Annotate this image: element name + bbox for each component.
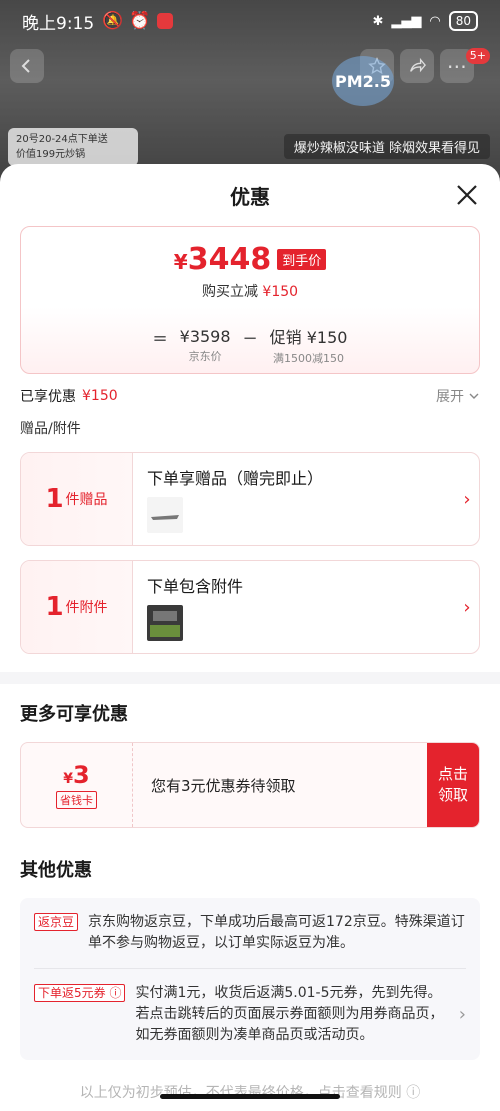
claim-coupon-button[interactable]: 点击 领取 (427, 743, 479, 827)
close-icon (457, 185, 477, 205)
jd-price: ¥3598 京东价 (179, 326, 231, 363)
accessory-thumbnail (147, 605, 183, 641)
gift-thumbnail (147, 497, 183, 533)
product-top-nav: ⋯ 5+ (10, 48, 490, 84)
coupon-tag: 省钱卡 (56, 791, 97, 809)
gift-count: 1 件赠品 (21, 453, 133, 545)
footer-note[interactable]: 以上仅为初步预估，不代表最终价格，点击查看规则 ⓘ (0, 1082, 500, 1102)
final-price-tag: 到手价 (277, 248, 327, 270)
promo-chip[interactable]: 20号20-24点下单送 价值199元炒锅 (8, 128, 138, 166)
share-button[interactable] (399, 49, 434, 83)
chevron-right-icon: › (463, 488, 471, 510)
app-notification-icon (156, 13, 173, 29)
promo-chip-line2: 价值199元炒锅 (16, 149, 86, 160)
wifi-icon: ◠ (429, 13, 441, 29)
accessory-card[interactable]: 1 件附件 下单包含附件 › (20, 560, 480, 654)
pm25-badge: PM2.5 (332, 56, 394, 106)
enjoyed-discount-row: 已享优惠 ¥150 展开 (20, 386, 480, 406)
jd-bean-rebate-item: 返京豆 京东购物返京豆，下单成功后最高可返172京豆。特殊渠道订单不参与购物返豆… (34, 912, 466, 968)
final-price: ¥3448 (173, 241, 272, 277)
sheet-header: 优惠 (0, 164, 500, 226)
message-count-badge: 5+ (465, 48, 490, 64)
chevron-down-icon (469, 393, 479, 399)
coupon-rebate-text: 实付满1元，收货后返满5.01-5元券，先到先得。若点击跳转后的页面展示券面额则… (135, 985, 444, 1043)
jd-bean-text: 京东购物返京豆，下单成功后最高可返172京豆。特殊渠道订单不参与购物返豆，以订单… (88, 914, 465, 951)
sheet-title: 优惠 (230, 184, 270, 209)
battery-indicator: 80 (448, 11, 478, 31)
share-icon (409, 57, 426, 73)
expand-button[interactable]: 展开 (436, 386, 480, 406)
status-time: 晚上9:15 (22, 13, 95, 34)
promo-chip-line1: 20号20-24点下单送 (16, 134, 108, 145)
section-divider (0, 672, 500, 684)
gift-card[interactable]: 1 件赠品 下单享赠品（赠完即止） › (20, 452, 480, 546)
discount-sheet: 优惠 ¥3448 到手价 购买立减 ¥150 = ¥3598 京东价 − 促销 … (0, 164, 500, 1111)
chevron-right-icon: › (463, 596, 471, 618)
status-bar: 晚上9:15 🔕 ⏰ ✱ ▂▄▆ ◠ 80 (0, 0, 500, 42)
enjoyed-amount: ¥150 (82, 388, 118, 404)
mute-bell-icon: 🔕 (102, 11, 124, 31)
price-summary-card: ¥3448 到手价 购买立减 ¥150 = ¥3598 京东价 − 促销 ¥15… (20, 226, 480, 374)
coupon-description: 您有3元优惠券待领取 (151, 776, 296, 795)
other-discounts-card: 返京豆 京东购物返京豆，下单成功后最高可返172京豆。特殊渠道订单不参与购物返豆… (20, 898, 480, 1060)
equals-sign: = (152, 327, 168, 349)
coupon-card: ¥3 省钱卡 您有3元优惠券待领取 点击 领取 (20, 742, 480, 828)
promo-discount: 促销 ¥150 满1500减150 (269, 328, 348, 365)
chevron-left-icon (21, 59, 30, 73)
jd-bean-tag: 返京豆 (34, 913, 79, 931)
enjoyed-label: 已享优惠 (20, 389, 76, 405)
gift-title: 下单享赠品（赠完即止） (147, 469, 324, 488)
more-dots-icon: ⋯ (446, 54, 467, 78)
gift-section-label: 赠品/附件 (20, 421, 81, 437)
signal-icon: ▂▄▆ (391, 13, 422, 29)
instant-reduction: 购买立减 ¥150 (201, 283, 299, 300)
coupon-rebate-tag[interactable]: 下单返5元券 ⓘ (34, 984, 126, 1002)
final-price-block: ¥3448 到手价 购买立减 ¥150 (21, 227, 479, 315)
more-discounts-title: 更多可享优惠 (20, 704, 128, 725)
coupon-value: ¥3 省钱卡 (21, 743, 133, 827)
alarm-clock-icon: ⏰ (129, 11, 151, 31)
back-button[interactable] (10, 49, 44, 83)
price-calculation: = ¥3598 京东价 − 促销 ¥150 满1500减150 (21, 315, 479, 373)
chevron-right-icon: › (458, 1004, 466, 1025)
bluetooth-icon: ✱ (372, 13, 384, 29)
promo-strip: 爆炒辣椒没味道 除烟效果看得见 (283, 134, 490, 159)
close-button[interactable] (452, 180, 482, 210)
other-discounts-title: 其他优惠 (20, 860, 92, 881)
accessory-title: 下单包含附件 (147, 577, 244, 596)
minus-sign: − (242, 327, 258, 349)
home-indicator (160, 1094, 340, 1099)
accessory-count: 1 件附件 (21, 561, 133, 653)
coupon-rebate-item[interactable]: 下单返5元券 ⓘ 实付满1元，收货后返满5.01-5元券，先到先得。若点击跳转后… (34, 968, 466, 1060)
